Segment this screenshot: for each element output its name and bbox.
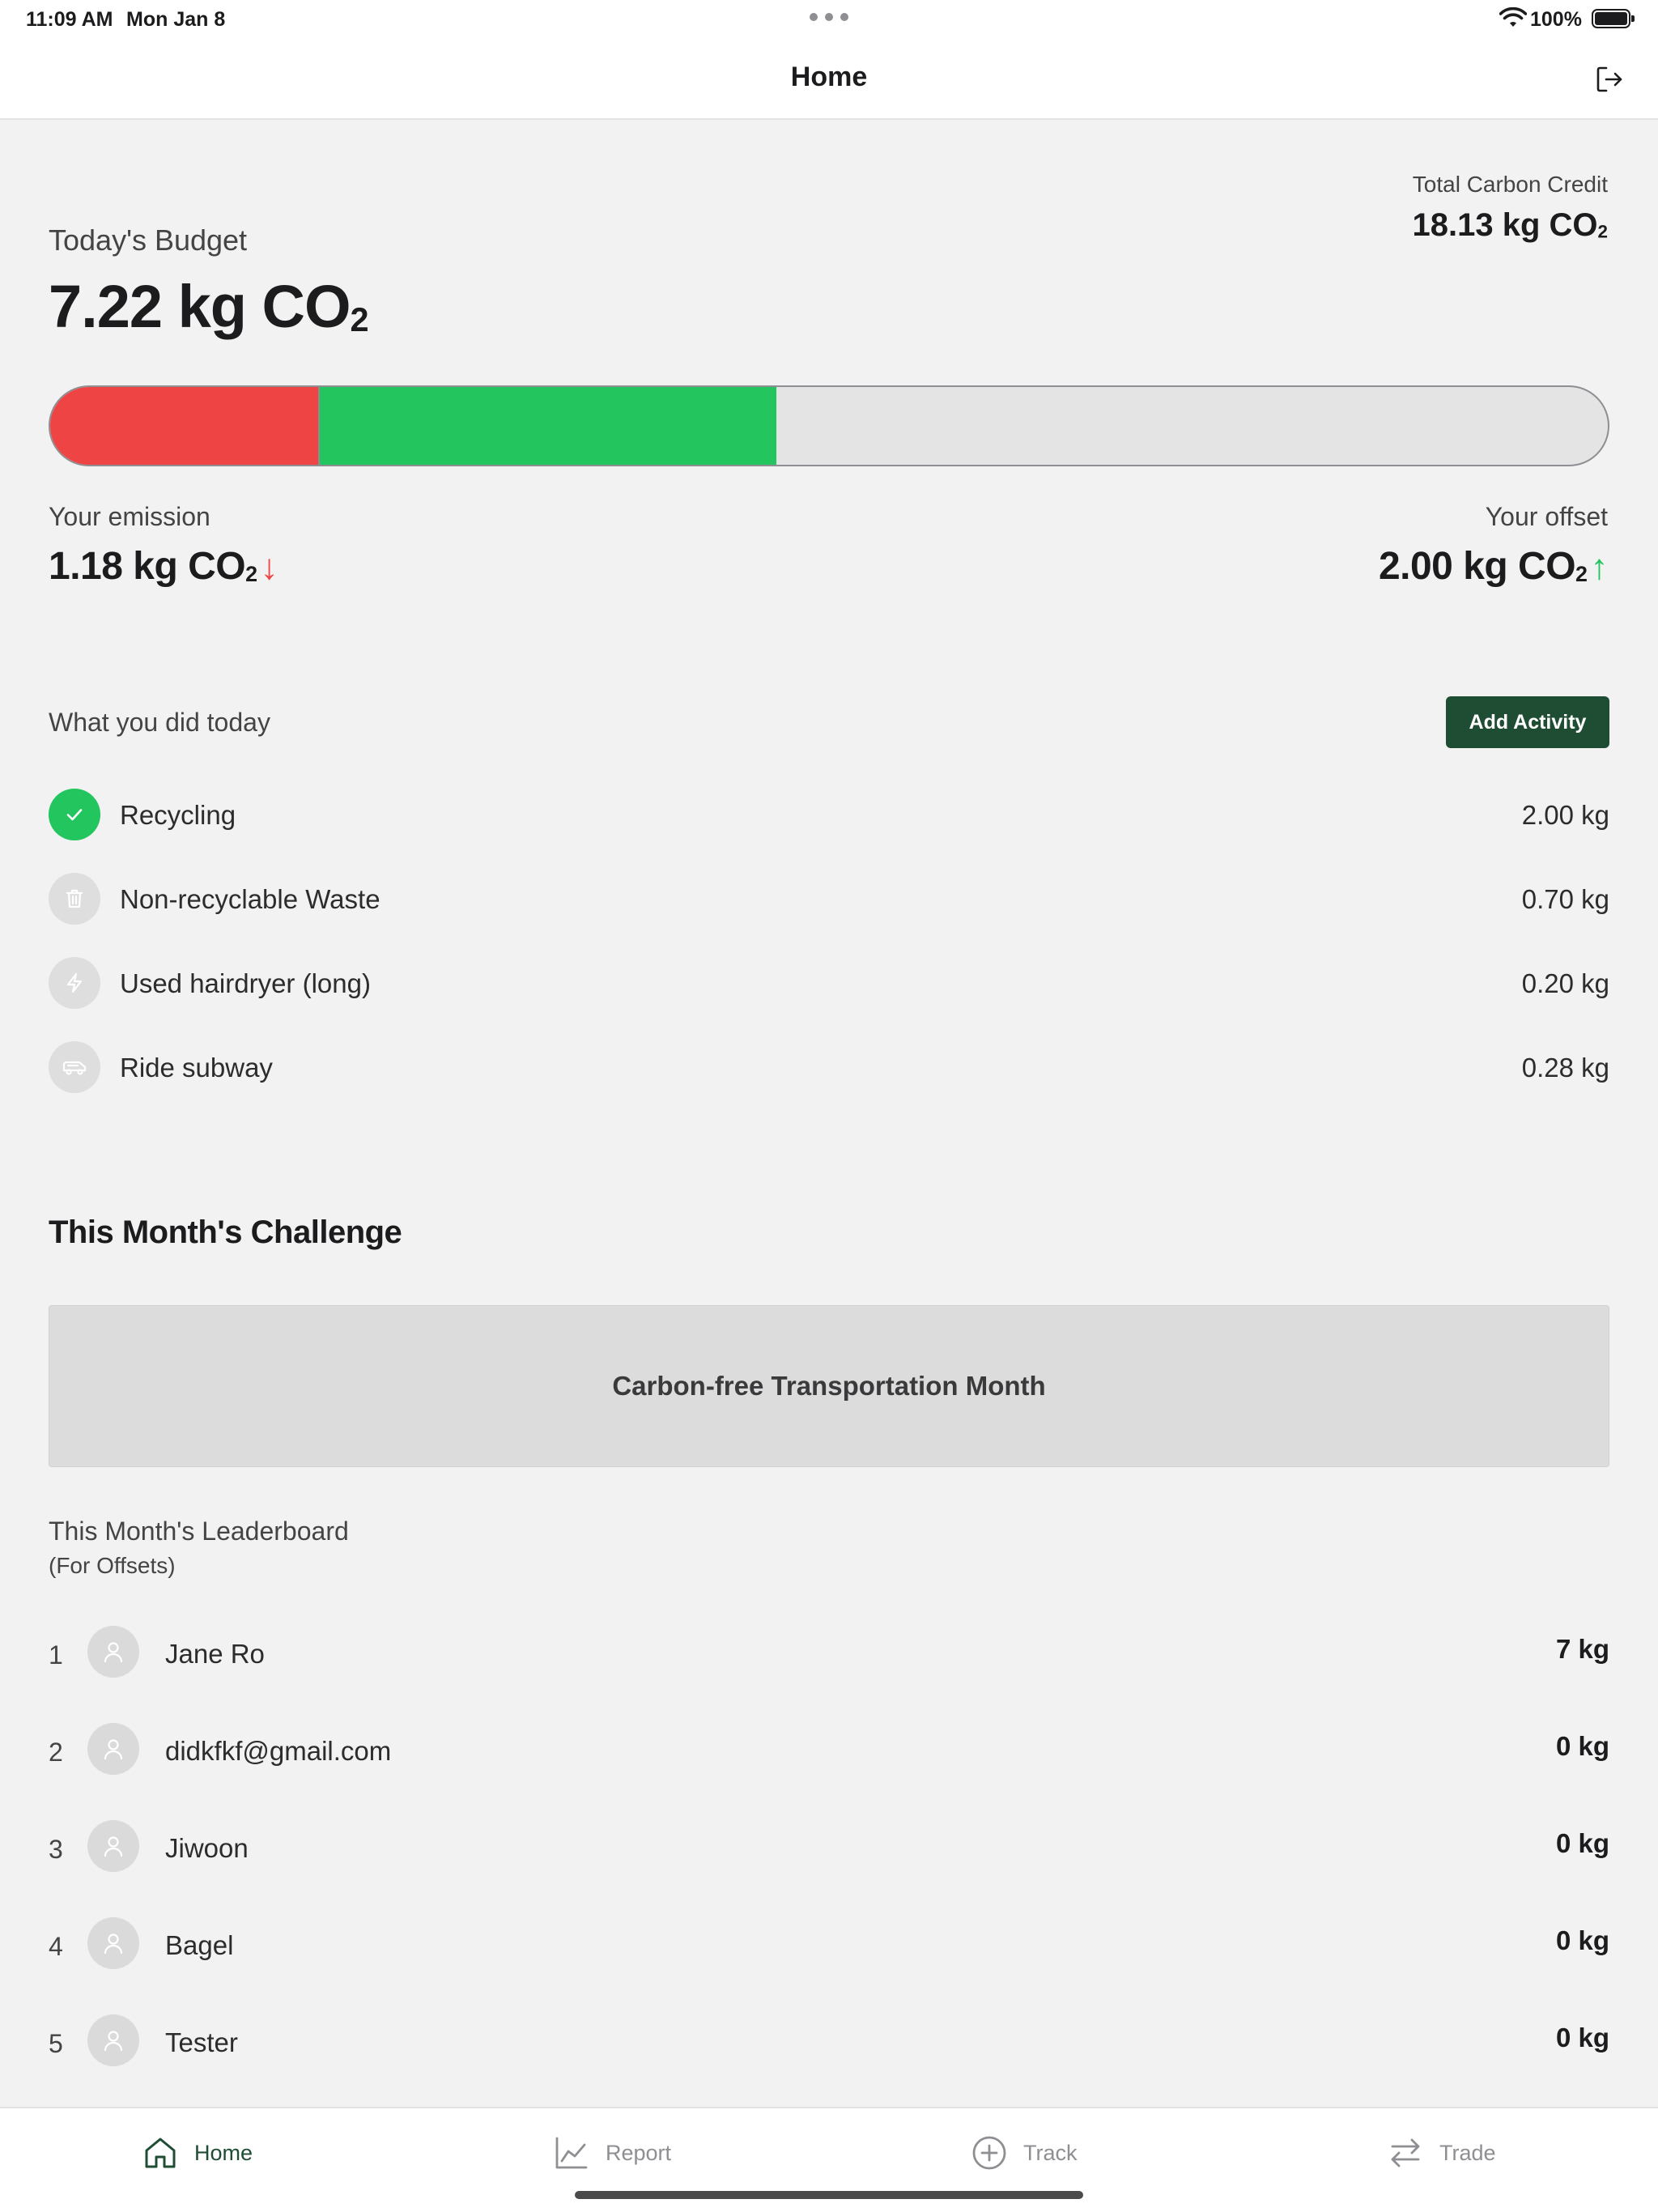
budget-progress-bar — [49, 385, 1609, 466]
activity-amount: 0.20 kg — [1521, 968, 1609, 998]
leaderboard-row: 1 Jane Ro 7 kg — [49, 1624, 1609, 1721]
leaderboard-value: 0 kg — [1555, 2023, 1609, 2052]
nav-bar: Home — [0, 40, 1658, 120]
tab-label: Trade — [1439, 2140, 1496, 2165]
leaderboard-value: 7 kg — [1555, 1634, 1609, 1664]
tab-label: Report — [606, 2140, 672, 2165]
leaderboard-rank: 3 — [49, 1835, 63, 1864]
status-bar: 11:09 AM Mon Jan 8 100% — [0, 0, 1658, 40]
activity-name: Ride subway — [120, 1053, 273, 1083]
home-indicator[interactable] — [575, 2191, 1083, 2199]
leaderboard-name: Jiwoon — [165, 1833, 249, 1863]
chart-line-icon — [555, 2137, 588, 2169]
challenge-title: Carbon-free Transportation Month — [612, 1371, 1046, 1401]
activity-name: Recycling — [120, 800, 236, 830]
battery-icon — [1592, 9, 1635, 28]
leaderboard-value: 0 kg — [1555, 1925, 1609, 1955]
leaderboard-list: 1 Jane Ro 7 kg 2 didkfkf@gmail.com 0 kg … — [49, 1624, 1609, 2110]
challenge-heading: This Month's Challenge — [49, 1214, 402, 1250]
leaderboard-name: didkfkf@gmail.com — [165, 1736, 392, 1766]
total-credit-value: 18.13 kg CO2 — [1412, 207, 1608, 243]
activity-item[interactable]: Ride subway 0.28 kg — [49, 1041, 1609, 1125]
activity-amount: 0.28 kg — [1521, 1053, 1609, 1083]
leaderboard-row: 3 Jiwoon 0 kg — [49, 1819, 1609, 1916]
activity-name: Non-recyclable Waste — [120, 884, 380, 914]
tab-trade[interactable]: Trade — [1386, 2133, 1496, 2173]
activity-item[interactable]: Recycling 2.00 kg — [49, 789, 1609, 873]
leaderboard-value: 0 kg — [1555, 1731, 1609, 1761]
offset-segment — [319, 387, 776, 465]
page-title: Home — [790, 62, 868, 92]
activity-amount: 0.70 kg — [1521, 884, 1609, 914]
leaderboard-heading: This Month's Leaderboard — [49, 1516, 349, 1546]
checkmark-icon — [49, 789, 100, 840]
train-icon — [49, 1041, 100, 1093]
budget-value: 7.22 kg CO2 — [49, 273, 369, 340]
tab-label: Home — [194, 2140, 253, 2165]
leaderboard-row: 5 Tester 0 kg — [49, 2013, 1609, 2110]
arrow-up-icon: ↑ — [1590, 547, 1609, 587]
battery-percent: 100% — [1530, 8, 1582, 31]
activity-item[interactable]: Used hairdryer (long) 0.20 kg — [49, 957, 1609, 1041]
avatar — [87, 1820, 139, 1872]
status-time: 11:09 AM — [26, 8, 113, 31]
multitasking-dots-icon[interactable] — [810, 13, 848, 23]
tab-home[interactable]: Home — [141, 2133, 253, 2173]
leaderboard-row: 2 didkfkf@gmail.com 0 kg — [49, 1721, 1609, 1819]
tab-label: Track — [1023, 2140, 1078, 2165]
budget-label: Today's Budget — [49, 223, 248, 257]
offset-value: 2.00 kg CO2↑ — [1378, 545, 1609, 588]
add-activity-button[interactable]: Add Activity — [1446, 696, 1609, 748]
wifi-icon — [1499, 7, 1527, 27]
avatar — [87, 1626, 139, 1678]
plus-circle-icon — [972, 2136, 1006, 2170]
trash-icon — [49, 873, 100, 925]
leaderboard-rank: 2 — [49, 1738, 63, 1767]
emission-segment — [50, 387, 320, 465]
swap-arrows-icon — [1391, 2138, 1420, 2167]
activity-amount: 2.00 kg — [1521, 800, 1609, 830]
activities-header: What you did today — [49, 708, 270, 737]
tab-track[interactable]: Track — [970, 2133, 1078, 2173]
status-date: Mon Jan 8 — [126, 8, 226, 31]
emission-label: Your emission — [49, 502, 210, 531]
home-icon — [145, 2138, 176, 2168]
avatar — [87, 2014, 139, 2066]
leaderboard-name: Jane Ro — [165, 1639, 265, 1669]
leaderboard-subheading: (For Offsets) — [49, 1553, 176, 1578]
leaderboard-row: 4 Bagel 0 kg — [49, 1916, 1609, 2013]
leaderboard-rank: 4 — [49, 1932, 63, 1961]
lightning-icon — [49, 957, 100, 1009]
leaderboard-name: Bagel — [165, 1930, 234, 1960]
challenge-card[interactable]: Carbon-free Transportation Month — [49, 1305, 1609, 1467]
emission-value: 1.18 kg CO2↓ — [49, 545, 278, 588]
logout-icon[interactable] — [1593, 63, 1626, 96]
leaderboard-value: 0 kg — [1555, 1828, 1609, 1858]
avatar — [87, 1917, 139, 1969]
activity-item[interactable]: Non-recyclable Waste 0.70 kg — [49, 873, 1609, 957]
arrow-down-icon: ↓ — [260, 547, 278, 587]
tab-report[interactable]: Report — [552, 2133, 671, 2173]
offset-label: Your offset — [1485, 502, 1608, 531]
activity-name: Used hairdryer (long) — [120, 968, 371, 998]
total-credit-label: Total Carbon Credit — [1412, 172, 1608, 197]
activity-list: Recycling 2.00 kg Non-recyclable Waste 0… — [49, 789, 1609, 1125]
leaderboard-name: Tester — [165, 2027, 238, 2057]
leaderboard-rank: 1 — [49, 1640, 63, 1670]
leaderboard-rank: 5 — [49, 2029, 63, 2058]
avatar — [87, 1723, 139, 1775]
